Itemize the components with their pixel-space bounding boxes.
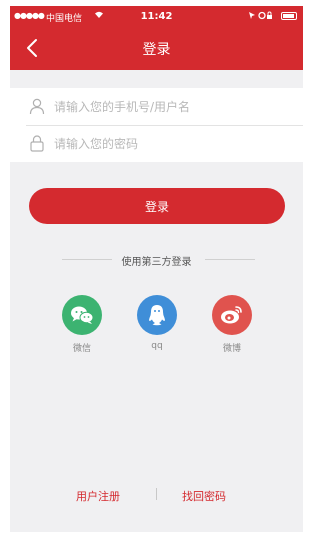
login-form bbox=[10, 88, 303, 162]
login-button[interactable]: 登录 bbox=[29, 188, 285, 224]
page-title: 登录 bbox=[142, 42, 171, 58]
password-input[interactable] bbox=[52, 133, 296, 155]
divider-line-right bbox=[205, 259, 255, 260]
status-icons bbox=[247, 11, 273, 22]
password-field-row bbox=[10, 125, 303, 162]
forgot-password-link[interactable]: 找回密码 bbox=[182, 488, 226, 504]
status-bar: ●●●●● 中国电信 11:42 bbox=[10, 6, 303, 26]
qq-label: qq bbox=[151, 341, 163, 351]
footer-divider bbox=[156, 488, 157, 500]
third-party-login-title: 使用第三方登录 bbox=[121, 257, 192, 268]
lock-icon bbox=[28, 134, 46, 152]
location-lock-icons bbox=[249, 11, 272, 20]
username-input[interactable] bbox=[52, 96, 296, 118]
username-field-row bbox=[10, 88, 303, 125]
weibo-label: 微博 bbox=[222, 344, 241, 354]
qq-icon bbox=[137, 295, 177, 335]
nav-bar: 登录 bbox=[10, 26, 303, 70]
app-screen: ●●●●● 中国电信 11:42 登录 请输入您的手机号/用户名 登录 使用第三… bbox=[10, 6, 303, 532]
user-icon bbox=[28, 97, 46, 115]
footer-links: 用户注册 找回密码 bbox=[10, 486, 303, 504]
weibo-login-button[interactable]: 微博 bbox=[202, 295, 262, 354]
qq-login-button[interactable]: qq bbox=[127, 295, 187, 351]
register-link[interactable]: 用户注册 bbox=[76, 488, 120, 504]
battery-icon bbox=[281, 12, 297, 20]
wechat-icon bbox=[62, 295, 102, 335]
weibo-icon bbox=[212, 295, 252, 335]
wechat-label: 微信 bbox=[72, 344, 91, 354]
third-party-login-heading: 使用第三方登录 bbox=[10, 252, 303, 268]
wechat-login-button[interactable]: 微信 bbox=[52, 295, 112, 354]
